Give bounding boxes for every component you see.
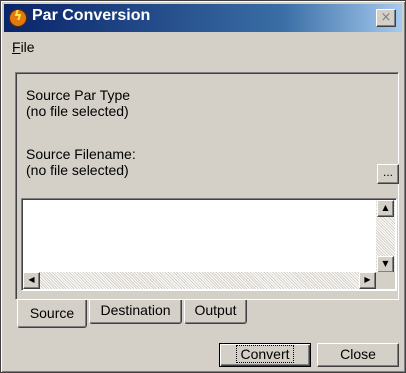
convert-button-label: Convert [236,345,294,363]
menu-file-accelerator: F [12,39,21,55]
source-filename-value: (no file selected) [26,162,129,178]
tab-source[interactable]: Source [17,300,87,328]
scroll-left-icon[interactable]: ◀ [23,272,40,289]
convert-button[interactable]: Convert [219,343,311,367]
horizontal-scrollbar[interactable]: ◀ ▶ [23,272,376,289]
source-par-type-value: (no file selected) [26,103,129,119]
output-textarea[interactable]: ▲ ▼ ◀ ▶ [21,198,397,291]
scroll-down-icon[interactable]: ▼ [377,256,394,273]
source-par-type-label: Source Par Type [26,87,131,103]
tab-destination[interactable]: Destination [89,300,182,324]
title-bar[interactable]: ϟ Par Conversion × [4,4,402,32]
close-window-button[interactable]: × [376,9,396,27]
source-filename-label: Source Filename: [26,146,136,162]
menu-file[interactable]: File [12,39,35,55]
tab-output[interactable]: Output [184,300,247,324]
menu-bar: File [4,35,402,59]
vertical-scrollbar[interactable]: ▲ ▼ [376,200,395,273]
scrollbar-corner [376,272,395,289]
par-conversion-window: ϟ Par Conversion × File Source Par Type … [0,0,406,373]
close-button[interactable]: Close [317,343,399,367]
browse-button[interactable]: ... [377,164,399,184]
tab-strip: Source Destination Output [15,300,399,330]
scroll-right-icon[interactable]: ▶ [359,272,376,289]
menu-file-label: ile [20,39,35,55]
scroll-up-icon[interactable]: ▲ [377,200,394,217]
lightning-icon: ϟ [9,9,27,27]
window-title: Par Conversion [32,7,151,24]
